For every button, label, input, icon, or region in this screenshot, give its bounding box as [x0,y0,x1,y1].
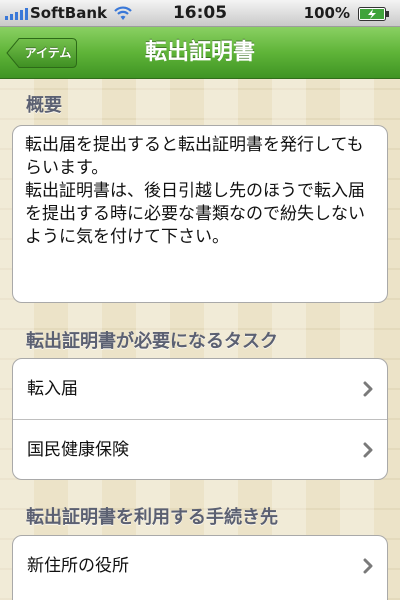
status-bar: SoftBank 16:05 100% [0,0,400,27]
list-item-label: 転入届 [27,379,78,399]
overview-card: 転出届を提出すると転出証明書を発行してもらいます。 転出証明書は、後日引越し先の… [12,125,388,303]
page-title: 転出証明書 [144,40,255,65]
destinations-list: 新住所の役所 [12,535,388,600]
list-item-kokumin-kenko-hoken[interactable]: 国民健康保険 [13,419,387,479]
required-tasks-list: 転入届 国民健康保険 [12,358,388,480]
list-item-shin-jusho-yakusho[interactable]: 新住所の役所 [13,536,387,596]
content-area[interactable]: 概要 転出届を提出すると転出証明書を発行してもらいます。 転出証明書は、後日引越… [0,79,400,600]
back-button[interactable]: アイテム [6,37,78,69]
list-item-label: 国民健康保険 [27,440,129,460]
battery-charging-icon [358,7,389,21]
overview-description: 転出届を提出すると転出証明書を発行してもらいます。 転出証明書は、後日引越し先の… [25,135,365,247]
chevron-right-icon [363,381,373,397]
chevron-right-icon [363,558,373,574]
list-item-label: 新住所の役所 [27,556,129,576]
navigation-bar: アイテム 転出証明書 [0,27,400,79]
battery-percent: 100% [303,4,350,22]
section-header-required-tasks: 転出証明書が必要になるタスク [26,331,278,352]
chevron-right-icon [363,442,373,458]
section-header-overview: 概要 [26,95,62,116]
section-header-destinations: 転出証明書を利用する手続き先 [26,507,278,528]
back-button-label: アイテム [24,46,72,60]
list-item-tennyu-todoke[interactable]: 転入届 [13,359,387,419]
